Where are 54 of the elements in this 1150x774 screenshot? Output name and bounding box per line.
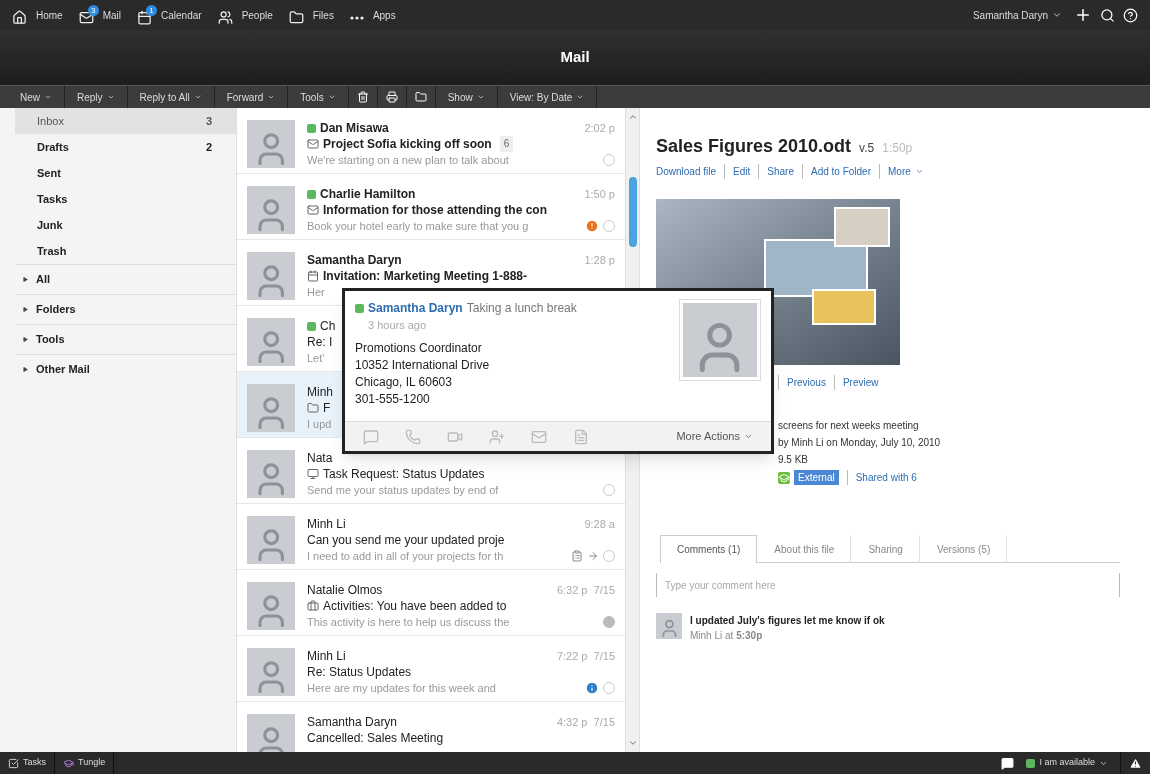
comment-byline: Minh Li at 5:30p [690, 629, 764, 643]
sender-name: Samantha Daryn [307, 714, 398, 730]
message-time: 6:32 p 7/15 [556, 583, 615, 598]
message-snippet: I need to add in all of your projects for th [307, 549, 504, 564]
message-subject: F [323, 400, 331, 416]
file-detail: 9.5 KB [778, 453, 810, 467]
thread-count: 6 [499, 136, 514, 152]
status-time: 3 hours ago [368, 318, 428, 333]
message-time: 4:32 p 7/15 [556, 715, 615, 730]
file-version: v.5 [859, 140, 875, 157]
message-snippet: Here are my updates for this week and [307, 681, 496, 696]
message-time: 2:02 p [584, 121, 615, 136]
message-snippet: Let' [307, 351, 325, 366]
file-detail: screens for next weeks meeting [778, 419, 920, 433]
message-subject: Activities: You have been added to [323, 598, 507, 614]
message-subject: Task Request: Status Updates [323, 466, 485, 482]
sender-name: Minh [307, 384, 333, 400]
message-snippet: This activity is here to help us discuss the [307, 615, 510, 630]
file-title: Sales Figures 2010.odt [656, 135, 852, 158]
message-snippet: We're starting on a new plan to talk about [307, 153, 509, 168]
count-badge: 3 [87, 5, 99, 16]
count-badge: 1 [146, 5, 158, 16]
file-detail: by Minh Li on Monday, July 10, 2010 [778, 436, 942, 450]
sender-name: Minh Li [307, 516, 346, 532]
sender-name: Dan Misawa [320, 120, 389, 136]
sender-name: Nata [307, 450, 333, 466]
message-subject: Cancelled: Sales Meeting [307, 730, 444, 746]
visibility-tag: External [794, 470, 839, 485]
message-subject: Project Sofia kicking off soon [323, 136, 492, 152]
sender-name: Minh Li [307, 648, 346, 664]
comment-text: I updated July's figures let me know if ok [690, 614, 885, 628]
sender-name: Natalie Olmos [307, 582, 383, 598]
message-time: 9:28 a [584, 517, 615, 532]
sender-name: Samantha Daryn [307, 252, 402, 268]
file-time: 1:50p [882, 140, 913, 157]
message-snippet: Her [307, 285, 325, 300]
message-snippet: I upd [307, 417, 332, 432]
message-subject: Re: Status Updates [307, 664, 412, 680]
message-snippet: Send me your status updates by end of [307, 483, 499, 498]
window-title: Mail [560, 47, 590, 68]
message-subject: Information for those attending the con [323, 202, 547, 218]
contact-detail: Chicago, IL 60603 [355, 373, 453, 391]
message-subject: Invitation: Marketing Meeting 1-888- [323, 268, 528, 284]
sender-name: Ch [320, 318, 336, 334]
contact-detail: 10352 International Drive [355, 356, 491, 374]
message-subject: Can you send me your updated proje [307, 532, 505, 548]
contact-detail: 301-555-1200 [355, 390, 431, 408]
message-time: 7:22 p 7/15 [556, 649, 615, 664]
message-subject: Re: I [307, 334, 333, 350]
message-time: 1:50 p [584, 187, 615, 202]
contact-detail: Promotions Coordinator [355, 339, 483, 357]
sender-name: Charlie Hamilton [320, 186, 416, 202]
message-time: 1:28 p [584, 253, 615, 268]
message-snippet: Book your hotel early to make sure that you g [307, 219, 529, 234]
